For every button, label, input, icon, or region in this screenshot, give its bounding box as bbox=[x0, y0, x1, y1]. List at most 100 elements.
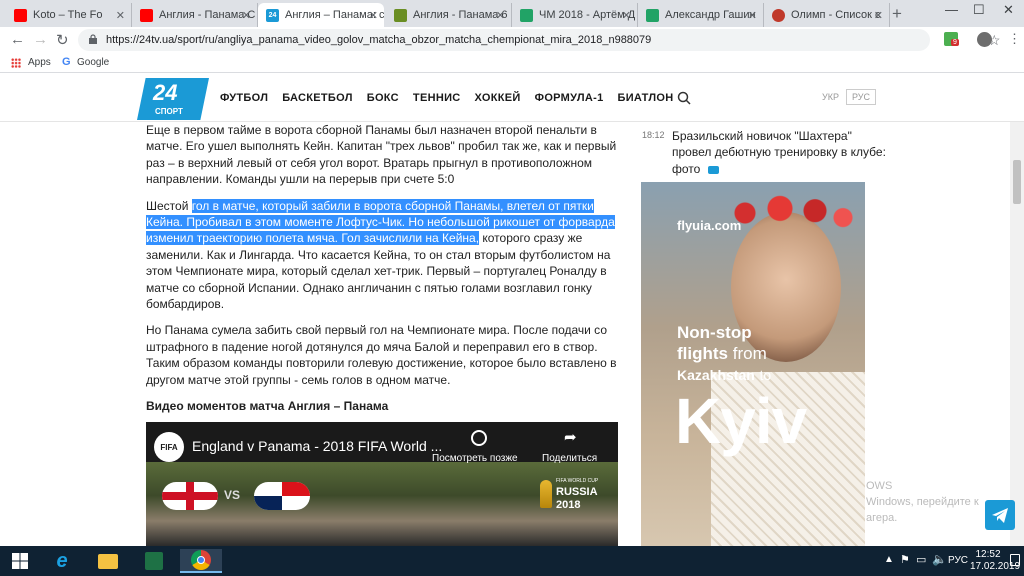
lock-icon bbox=[89, 34, 97, 44]
menu-item-biathlon[interactable]: БИАТЛОН bbox=[618, 92, 674, 104]
chrome-taskbar-button[interactable] bbox=[180, 549, 222, 573]
tab-wc2018[interactable]: ЧМ 2018 - Артём Д ✕ bbox=[512, 3, 638, 27]
bookmark-apps[interactable]: Apps bbox=[28, 57, 51, 68]
apps-grid-icon[interactable] bbox=[11, 58, 21, 68]
excel-icon bbox=[145, 552, 163, 570]
minimize-icon[interactable]: — bbox=[945, 2, 958, 17]
article-paragraph: Но Панама сумела забить свой первый гол … bbox=[146, 323, 617, 387]
extension-badge: 9 bbox=[951, 39, 959, 46]
tray-date: 17.02.2019 bbox=[970, 561, 1021, 572]
versus-label: VS bbox=[224, 488, 241, 502]
ie-icon: e bbox=[56, 549, 68, 572]
scrollbar-thumb[interactable] bbox=[1013, 160, 1021, 204]
site-logo[interactable]: 24 СПОРТ bbox=[137, 78, 209, 120]
tab-gashin[interactable]: Александр Гашин ✕ bbox=[638, 3, 764, 27]
tab-england-panama-24tv[interactable]: 24 Англия – Панама: с ✕ bbox=[258, 3, 384, 27]
close-window-icon[interactable]: ✕ bbox=[1003, 2, 1014, 18]
share-label[interactable]: Поделиться bbox=[542, 453, 597, 464]
menu-item-basketball[interactable]: БАСКЕТБОЛ bbox=[282, 92, 352, 104]
reload-icon[interactable]: ↻ bbox=[56, 31, 69, 49]
menu-item-hockey[interactable]: ХОККЕЙ bbox=[475, 92, 521, 104]
avatar[interactable] bbox=[977, 32, 992, 47]
back-arrow-icon[interactable]: ← bbox=[10, 31, 25, 48]
close-tab-icon[interactable]: ✕ bbox=[748, 9, 757, 22]
trophy-icon bbox=[540, 480, 552, 508]
explorer-taskbar-button[interactable] bbox=[92, 549, 124, 573]
video-heading: Видео моментов матча Англия – Панама bbox=[146, 399, 389, 414]
close-tab-icon[interactable]: ✕ bbox=[369, 9, 378, 22]
site-header: 24 СПОРТ ФУТБОЛ БАСКЕТБОЛ БОКС ТЕННИС ХО… bbox=[0, 74, 1024, 122]
watermark-line: агера. bbox=[866, 512, 898, 524]
close-tab-icon[interactable]: ✕ bbox=[242, 9, 251, 22]
menu-item-formula1[interactable]: ФОРМУЛА-1 bbox=[535, 92, 604, 104]
telegram-share-button[interactable] bbox=[985, 500, 1015, 530]
url-text: https://24tv.ua/sport/ru/angliya_panama_… bbox=[106, 34, 652, 46]
article-text: Шестой bbox=[146, 198, 192, 213]
maximize-icon[interactable]: ☐ bbox=[973, 2, 985, 18]
close-tab-icon[interactable]: ✕ bbox=[874, 9, 883, 22]
badge-fifa-wc: FIFA WORLD CUP bbox=[556, 478, 599, 484]
menu-item-boxing[interactable]: БОКС bbox=[367, 92, 399, 104]
tray-time: 12:52 bbox=[975, 549, 1001, 560]
ad-line2a: flights bbox=[677, 344, 728, 363]
tab-koto[interactable]: Koto – The Fo ✕ bbox=[6, 3, 132, 27]
share-icon[interactable]: ➦ bbox=[564, 428, 577, 446]
sheets-icon bbox=[520, 8, 533, 22]
clock-icon[interactable] bbox=[471, 430, 487, 446]
ie-taskbar-button[interactable]: e bbox=[46, 549, 78, 573]
watch-later-label[interactable]: Посмотреть позже bbox=[432, 453, 518, 464]
video-player[interactable]: FIFA England v Panama - 2018 FIFA World … bbox=[146, 422, 618, 546]
tray-language[interactable]: РУС bbox=[948, 555, 968, 566]
chrome-icon bbox=[191, 550, 211, 570]
article-paragraph: Еще в первом тайме в ворота сборной Пана… bbox=[146, 123, 617, 187]
logo-subtitle: СПОРТ bbox=[155, 107, 183, 116]
page-scrollbar[interactable] bbox=[1010, 122, 1024, 546]
youtube-icon bbox=[140, 8, 153, 22]
article-body: Еще в первом тайме в ворота сборной Пана… bbox=[146, 122, 622, 425]
windows-taskbar: e ▲ ⚑ ▭ 🔈 РУС 12:52 17.02.2019 bbox=[0, 546, 1024, 576]
badge-year: 2018 bbox=[556, 499, 581, 511]
notification-icon[interactable] bbox=[1010, 554, 1020, 566]
panama-flag-icon bbox=[254, 482, 310, 510]
fifa-logo: FIFA bbox=[154, 432, 184, 462]
menu-dots-icon[interactable]: ⋮ bbox=[1008, 31, 1021, 47]
menu-item-football[interactable]: ФУТБОЛ bbox=[220, 92, 268, 104]
close-tab-icon[interactable]: ✕ bbox=[116, 9, 125, 22]
folder-icon bbox=[98, 553, 118, 569]
forward-arrow-icon[interactable]: → bbox=[33, 31, 48, 48]
tray-volume-icon[interactable]: 🔈 bbox=[932, 552, 947, 566]
england-flag-icon bbox=[162, 482, 218, 510]
close-tab-icon[interactable]: ✕ bbox=[622, 9, 631, 22]
windows-logo-icon bbox=[12, 553, 28, 569]
extension-icon[interactable]: 9 bbox=[944, 32, 959, 46]
tab-england-panama-6[interactable]: Англия - Панама 6 ✕ bbox=[386, 3, 512, 27]
fifa-logo-text: FIFA bbox=[160, 442, 178, 452]
video-title[interactable]: England v Panama - 2018 FIFA World ... bbox=[192, 438, 442, 454]
bookmark-google[interactable]: Google bbox=[77, 57, 109, 68]
search-icon[interactable] bbox=[677, 91, 691, 105]
ad-headline: Non-stop flights from Kazakhstan to bbox=[677, 322, 771, 386]
tray-clock[interactable]: 12:52 17.02.2019 bbox=[970, 549, 1021, 573]
url-bar[interactable]: https://24tv.ua/sport/ru/angliya_panama_… bbox=[78, 29, 1001, 51]
ad-brand[interactable]: flyuia.com bbox=[677, 218, 741, 233]
new-tab-plus-icon[interactable]: + bbox=[892, 4, 902, 24]
tray-network-icon[interactable]: ▭ bbox=[916, 553, 926, 566]
excel-taskbar-button[interactable] bbox=[138, 549, 170, 573]
tab-olimp[interactable]: Олимп - Список с ✕ bbox=[764, 3, 890, 27]
ad-line3a: Kazakhstan bbox=[677, 367, 755, 383]
news-headline[interactable]: Бразильский новичок "Шахтера" провел деб… bbox=[672, 128, 892, 177]
google-g-icon: G bbox=[62, 56, 71, 68]
lang-rus[interactable]: РУС bbox=[846, 89, 877, 105]
tab-england-panama-yt[interactable]: Англия - Панама С ✕ bbox=[132, 3, 258, 27]
news-headline-text: Бразильский новичок "Шахтера" провел деб… bbox=[672, 129, 886, 176]
activation-watermark: OWS Windows, перейдите к агера. bbox=[852, 478, 979, 526]
ad-banner[interactable]: flyuia.com Non-stop flights from Kazakhs… bbox=[641, 182, 865, 546]
tray-chevron-icon[interactable]: ▲ bbox=[884, 554, 894, 565]
sheets-icon bbox=[646, 8, 659, 22]
main-menu: ФУТБОЛ БАСКЕТБОЛ БОКС ТЕННИС ХОККЕЙ ФОРМ… bbox=[220, 92, 673, 104]
lang-ukr[interactable]: УКР bbox=[822, 92, 839, 102]
menu-item-tennis[interactable]: ТЕННИС bbox=[413, 92, 461, 104]
tray-flag-icon[interactable]: ⚑ bbox=[900, 553, 910, 566]
close-tab-icon[interactable]: ✕ bbox=[496, 9, 505, 22]
windows-start-button[interactable] bbox=[4, 549, 36, 573]
